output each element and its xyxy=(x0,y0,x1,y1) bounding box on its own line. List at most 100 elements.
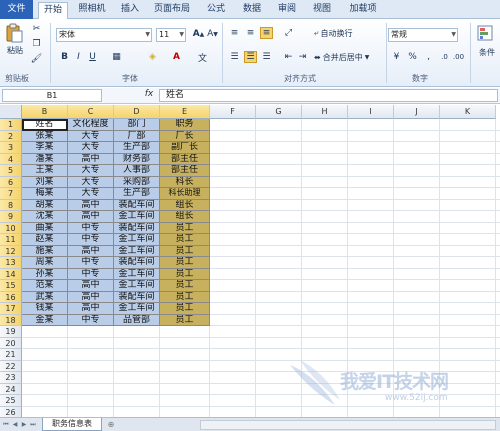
table-cell[interactable]: 员工 xyxy=(160,291,210,303)
row-header[interactable]: 15 xyxy=(0,280,22,292)
table-cell[interactable]: 厂部 xyxy=(114,130,160,142)
row-header[interactable]: 5 xyxy=(0,165,22,177)
align-top-icon[interactable]: ≡ xyxy=(228,27,241,39)
table-cell[interactable]: 中专 xyxy=(68,222,114,234)
table-cell[interactable]: 中专 xyxy=(68,234,114,246)
table-cell[interactable]: 金工车间 xyxy=(114,303,160,315)
row-header[interactable]: 7 xyxy=(0,188,22,200)
column-header[interactable]: G xyxy=(256,105,302,119)
row-header[interactable]: 14 xyxy=(0,268,22,280)
tab-page-layout[interactable]: 页面布局 xyxy=(150,2,194,19)
copy-icon[interactable]: ❐ xyxy=(30,38,43,50)
table-cell[interactable]: 品管部 xyxy=(114,314,160,326)
table-cell[interactable]: 梅某 xyxy=(22,188,68,200)
comma-style-icon[interactable]: , xyxy=(422,51,435,63)
table-cell[interactable]: 高中 xyxy=(68,280,114,292)
table-cell[interactable]: 员工 xyxy=(160,234,210,246)
row-header[interactable]: 11 xyxy=(0,234,22,246)
insert-sheet-icon[interactable]: ⊕ xyxy=(104,419,118,430)
tab-insert[interactable]: 插入 xyxy=(118,2,142,19)
column-header[interactable]: B xyxy=(22,105,68,119)
table-cell[interactable]: 装配车间 xyxy=(114,257,160,269)
row-header[interactable]: 19 xyxy=(0,326,22,338)
row-header[interactable]: 21 xyxy=(0,349,22,361)
table-cell[interactable]: 张某 xyxy=(22,130,68,142)
font-color-icon[interactable]: A xyxy=(170,51,183,63)
merge-center-button[interactable]: ⬌ 合并后居中 ▼ xyxy=(314,50,388,64)
last-sheet-icon[interactable]: ⏭ xyxy=(29,420,37,430)
align-middle-icon[interactable]: ≡ xyxy=(244,27,257,39)
row-header[interactable]: 6 xyxy=(0,176,22,188)
table-cell[interactable]: 员工 xyxy=(160,314,210,326)
paste-icon[interactable] xyxy=(3,22,25,44)
table-cell[interactable]: 金某 xyxy=(22,314,68,326)
header-cell[interactable]: 姓名 xyxy=(22,119,68,131)
font-size-select[interactable]: 11 ▼ xyxy=(156,28,186,42)
table-cell[interactable]: 潘某 xyxy=(22,153,68,165)
table-cell[interactable]: 员工 xyxy=(160,257,210,269)
table-cell[interactable]: 大专 xyxy=(68,176,114,188)
font-name-select[interactable]: 宋体 ▼ xyxy=(56,28,152,42)
align-right-icon[interactable]: ☰ xyxy=(260,51,273,63)
column-header[interactable]: K xyxy=(440,105,496,119)
table-cell[interactable]: 武某 xyxy=(22,291,68,303)
align-left-icon[interactable]: ☰ xyxy=(228,51,241,63)
row-header[interactable]: 8 xyxy=(0,199,22,211)
shrink-font-icon[interactable]: A ▼ xyxy=(206,28,219,40)
table-cell[interactable]: 孙某 xyxy=(22,268,68,280)
format-painter-icon[interactable]: 🖌 xyxy=(30,53,43,65)
table-cell[interactable]: 高中 xyxy=(68,245,114,257)
table-cell[interactable]: 组长 xyxy=(160,211,210,223)
row-header[interactable]: 24 xyxy=(0,383,22,395)
table-cell[interactable]: 金工车间 xyxy=(114,280,160,292)
name-box[interactable]: B1 xyxy=(2,89,102,102)
first-sheet-icon[interactable]: ⏮ xyxy=(2,420,10,430)
column-header[interactable]: I xyxy=(348,105,394,119)
column-header[interactable]: D xyxy=(114,105,160,119)
table-cell[interactable]: 人事部 xyxy=(114,165,160,177)
tab-home[interactable]: 开始 xyxy=(38,2,68,20)
table-cell[interactable]: 范某 xyxy=(22,280,68,292)
increase-decimal-icon[interactable]: .0 xyxy=(438,51,451,63)
row-header[interactable]: 9 xyxy=(0,211,22,223)
next-sheet-icon[interactable]: ▶ xyxy=(20,420,28,430)
italic-icon[interactable]: I xyxy=(72,51,85,63)
tab-view[interactable]: 视图 xyxy=(310,2,334,19)
worksheet-grid[interactable]: B C D E F G H I J K 1 2 3 4 5 6 7 8 9 10 11 12 13 14 15 16 17 18 19 2… xyxy=(0,105,500,417)
tab-review[interactable]: 审阅 xyxy=(275,2,299,19)
conditional-format-label[interactable]: 条件 xyxy=(474,47,500,57)
horizontal-scrollbar[interactable] xyxy=(200,420,496,430)
table-cell[interactable]: 曲某 xyxy=(22,222,68,234)
table-cell[interactable]: 大专 xyxy=(68,130,114,142)
table-cell[interactable]: 科长 xyxy=(160,176,210,188)
increase-indent-icon[interactable]: ⇥ xyxy=(296,51,309,63)
tab-formulas[interactable]: 公式 xyxy=(204,2,228,19)
header-cell[interactable]: 职务 xyxy=(160,119,210,131)
phonetic-icon[interactable]: 文 xyxy=(196,51,209,64)
row-header[interactable]: 22 xyxy=(0,360,22,372)
table-cell[interactable]: 金工车间 xyxy=(114,234,160,246)
table-cell[interactable]: 中专 xyxy=(68,314,114,326)
row-header[interactable]: 2 xyxy=(0,130,22,142)
table-cell[interactable]: 员工 xyxy=(160,303,210,315)
row-header[interactable]: 13 xyxy=(0,257,22,269)
table-cell[interactable]: 大专 xyxy=(68,165,114,177)
table-cell[interactable]: 高中 xyxy=(68,211,114,223)
decrease-decimal-icon[interactable]: .00 xyxy=(452,51,465,63)
tab-camera[interactable]: 照相机 xyxy=(76,2,108,19)
column-header[interactable]: C xyxy=(68,105,114,119)
table-cell[interactable]: 生产部 xyxy=(114,142,160,154)
select-all-corner[interactable] xyxy=(0,105,22,119)
table-cell[interactable]: 李某 xyxy=(22,142,68,154)
table-cell[interactable]: 财务部 xyxy=(114,153,160,165)
table-cell[interactable]: 员工 xyxy=(160,280,210,292)
tab-file[interactable]: 文件 xyxy=(0,0,33,19)
row-header[interactable]: 17 xyxy=(0,303,22,315)
table-cell[interactable]: 金工车间 xyxy=(114,211,160,223)
row-header[interactable]: 26 xyxy=(0,406,22,417)
tab-data[interactable]: 数据 xyxy=(240,2,264,19)
underline-icon[interactable]: U xyxy=(86,51,99,63)
header-cell[interactable]: 部门 xyxy=(114,119,160,131)
table-cell[interactable]: 装配车间 xyxy=(114,199,160,211)
row-header[interactable]: 12 xyxy=(0,245,22,257)
